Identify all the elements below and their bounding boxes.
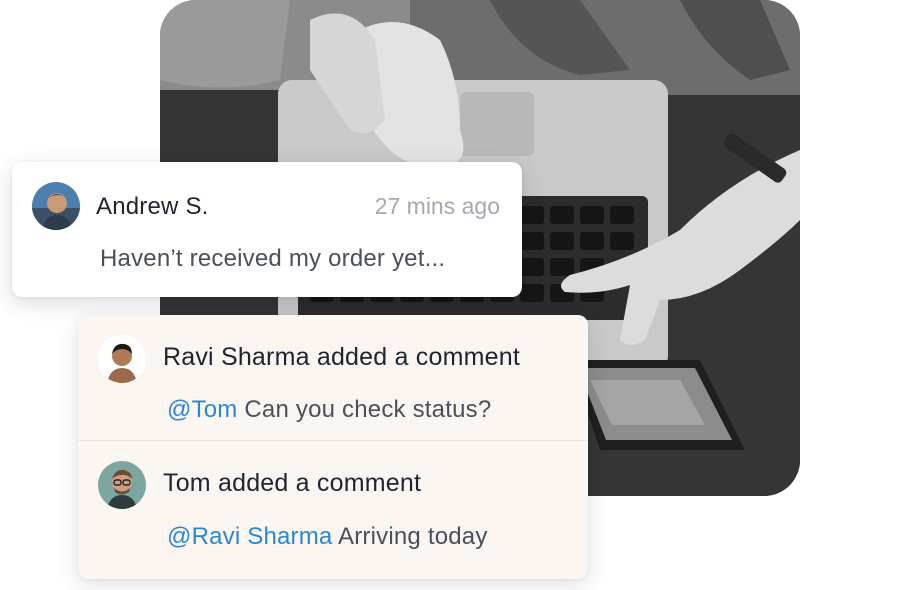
comment-item[interactable]: Tom added a comment @Ravi Sharma Arrivin… [78, 440, 588, 579]
comment-thread: Ravi Sharma added a comment @Tom Can you… [78, 315, 588, 579]
comment-text: Arriving today [332, 523, 488, 550]
comment-body: @Ravi Sharma Arriving today [167, 523, 488, 551]
comment-text: Can you check status? [237, 396, 492, 423]
comment-action: added a comment [210, 469, 422, 497]
comment-headline: Ravi Sharma added a comment [163, 343, 520, 372]
comment-body: @Tom Can you check status? [167, 396, 491, 424]
notification-author: Andrew S. [96, 193, 209, 220]
comment-action: added a comment [309, 343, 520, 371]
comment-author[interactable]: Tom [163, 469, 211, 497]
notification-card[interactable]: Andrew S. 27 mins ago Haven’t received m… [12, 162, 522, 297]
avatar-ravi [98, 335, 146, 383]
notification-timestamp: 27 mins ago [374, 193, 500, 219]
mention-link[interactable]: @Tom [167, 396, 238, 423]
notification-message: Haven’t received my order yet... [100, 245, 446, 272]
comment-author[interactable]: Ravi Sharma [163, 343, 310, 371]
comment-headline: Tom added a comment [163, 469, 421, 498]
avatar-tom [98, 461, 146, 509]
mention-link[interactable]: @Ravi Sharma [167, 523, 332, 550]
avatar-andrew [32, 182, 80, 230]
comment-item[interactable]: Ravi Sharma added a comment @Tom Can you… [78, 315, 588, 440]
